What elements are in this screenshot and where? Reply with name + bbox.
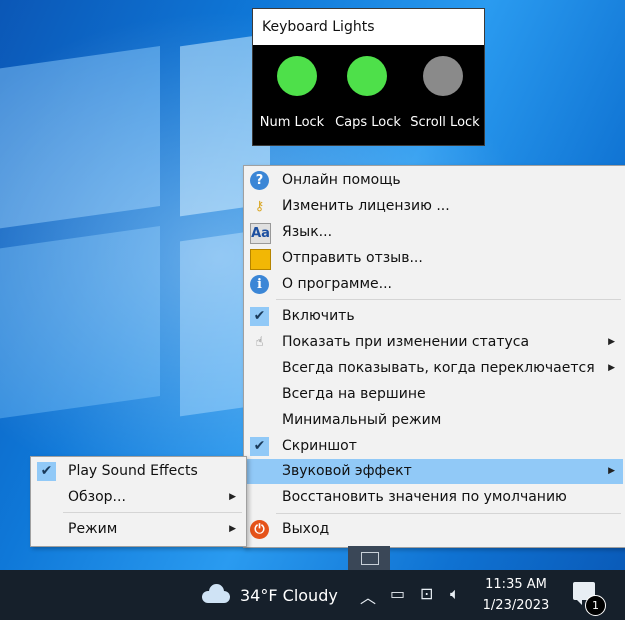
battery-icon[interactable]: ▭ xyxy=(390,584,405,603)
menu-item-online-help[interactable]: ? Онлайн помощь xyxy=(246,168,623,193)
menu-item-enable[interactable]: ✔ Включить xyxy=(246,304,623,329)
taskbar-clock[interactable]: 11:35 AM 1/23/2023 xyxy=(478,574,554,616)
submenu-arrow-icon: ▶ xyxy=(229,524,236,534)
submenu-item-mode[interactable]: Режим ▶ xyxy=(33,517,244,542)
num-lock-label: Num Lock xyxy=(259,115,325,130)
menu-item-send-feedback[interactable]: Отправить отзыв... xyxy=(246,246,623,271)
submenu-item-play-sound-effects[interactable]: ✔ Play Sound Effects xyxy=(33,459,244,484)
submenu-arrow-icon: ▶ xyxy=(229,492,236,502)
keyboard-lights-taskbar-icon[interactable] xyxy=(348,546,390,570)
menu-item-minimal-mode[interactable]: Минимальный режим xyxy=(246,408,623,433)
help-icon: ? xyxy=(250,171,269,190)
menu-item-show-on-status-change[interactable]: ☝ Показать при изменении статуса ▶ xyxy=(246,330,623,355)
caps-lock-indicator xyxy=(347,56,387,96)
clock-time: 11:35 AM xyxy=(485,577,547,592)
menu-item-sound-effect[interactable]: Звуковой эффект ▶ xyxy=(246,459,623,484)
num-lock-indicator xyxy=(277,56,317,96)
notification-count-badge: 1 xyxy=(585,595,606,616)
menu-item-always-show-on-toggle[interactable]: Всегда показывать, когда переключается ▶ xyxy=(246,356,623,381)
checkmark-icon: ✔ xyxy=(37,462,56,481)
submenu-item-browse[interactable]: Обзор... ▶ xyxy=(33,485,244,510)
menu-separator xyxy=(276,299,621,300)
volume-icon[interactable]: 🔈︎ xyxy=(450,584,460,604)
tray-context-menu: ? Онлайн помощь ⚷ Изменить лицензию ... … xyxy=(243,165,625,548)
clock-date: 1/23/2023 xyxy=(482,598,550,613)
menu-item-about[interactable]: i О программе... xyxy=(246,272,623,297)
menu-item-restore-defaults[interactable]: Восстановить значения по умолчанию xyxy=(246,485,623,510)
menu-item-change-license[interactable]: ⚷ Изменить лицензию ... xyxy=(246,194,623,219)
submenu-arrow-icon: ▶ xyxy=(608,363,615,373)
key-icon: ⚷ xyxy=(254,199,265,214)
scroll-lock-indicator xyxy=(423,56,463,96)
weather-widget[interactable]: 34°F Cloudy xyxy=(240,586,338,605)
cloud-weather-icon[interactable] xyxy=(200,583,230,603)
menu-item-screenshot[interactable]: ✔ Скриншот xyxy=(246,434,623,459)
feedback-icon xyxy=(250,249,271,270)
language-icon: Aa xyxy=(250,223,271,244)
show-hidden-icons-chevron-icon[interactable]: ︿ xyxy=(360,584,376,608)
hand-pointer-icon: ☝ xyxy=(255,335,264,350)
menu-item-exit[interactable]: ⏻ Выход xyxy=(246,517,623,542)
checkmark-icon: ✔ xyxy=(250,437,269,456)
menu-separator xyxy=(63,512,242,513)
taskbar: 34°F Cloudy ︿ ▭ ⊡ 🔈︎ 11:35 AM 1/23/2023 … xyxy=(0,570,625,620)
network-icon[interactable]: ⊡ xyxy=(420,584,433,603)
keyboard-lights-title: Keyboard Lights xyxy=(253,9,484,45)
checkmark-icon: ✔ xyxy=(250,307,269,326)
scroll-lock-label: Scroll Lock xyxy=(410,115,480,130)
exit-icon: ⏻ xyxy=(250,520,269,539)
menu-separator xyxy=(276,513,621,514)
info-icon: i xyxy=(250,275,269,294)
menu-item-always-on-top[interactable]: Всегда на вершине xyxy=(246,382,623,407)
submenu-arrow-icon: ▶ xyxy=(608,466,615,476)
submenu-arrow-icon: ▶ xyxy=(608,337,615,347)
sound-effect-submenu: ✔ Play Sound Effects Обзор... ▶ Режим ▶ xyxy=(30,456,247,547)
menu-item-language[interactable]: Aa Язык... xyxy=(246,220,623,245)
keyboard-lights-window: Keyboard Lights Num Lock Caps Lock Scrol… xyxy=(252,8,485,146)
caps-lock-label: Caps Lock xyxy=(335,115,401,130)
